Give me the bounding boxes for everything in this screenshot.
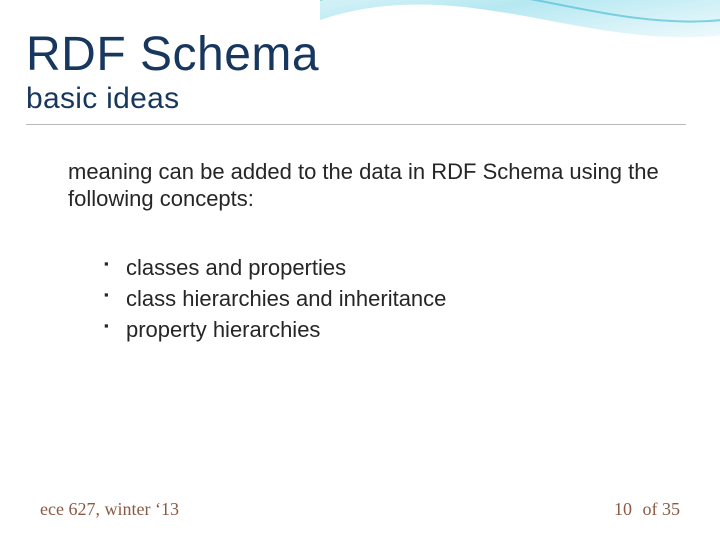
slide-subtitle: basic ideas — [26, 82, 690, 116]
title-divider — [26, 124, 686, 125]
page-separator: of — [643, 499, 658, 519]
footer-page: 10 of 35 — [614, 499, 680, 520]
bullet-list: classes and properties class hierarchies… — [104, 253, 660, 345]
slide-body: meaning can be added to the data in RDF … — [68, 159, 660, 345]
footer-course: ece 627, winter ‘13 — [40, 499, 179, 520]
slide-content: RDF Schema basic ideas meaning can be ad… — [26, 30, 690, 345]
list-item: classes and properties — [104, 253, 660, 284]
intro-paragraph: meaning can be added to the data in RDF … — [68, 159, 660, 213]
page-number: 10 — [614, 499, 632, 519]
page-total: 35 — [662, 499, 680, 519]
list-item: property hierarchies — [104, 315, 660, 346]
list-item: class hierarchies and inheritance — [104, 284, 660, 315]
slide-title: RDF Schema — [26, 30, 690, 80]
